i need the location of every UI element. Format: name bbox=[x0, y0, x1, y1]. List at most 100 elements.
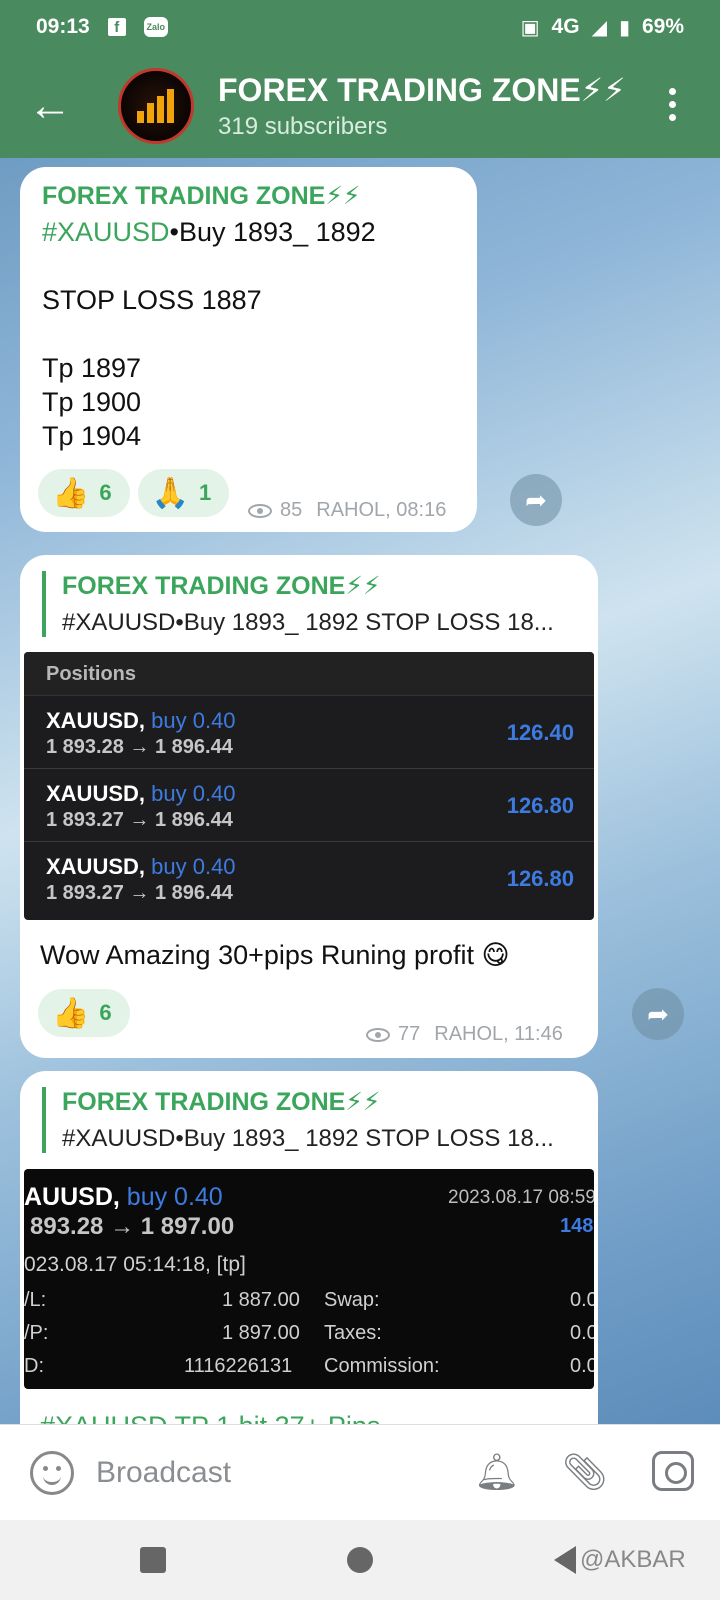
status-bar: 09:13 f Zalo ▣ 4G ◢ ▮ 69% bbox=[0, 0, 720, 54]
position-side: buy 0.40 bbox=[151, 854, 236, 879]
reply-text: #XAUUSD•Buy 1893_ 1892 STOP LOSS 18... bbox=[62, 609, 554, 636]
position-prices: 1 893.28 → 1 896.44 bbox=[46, 736, 233, 758]
thumbs-up-icon: 👍 bbox=[52, 476, 90, 510]
message-author: FOREX TRADING ZONE⚡⚡ bbox=[42, 182, 361, 210]
message-line: STOP LOSS 1887 bbox=[42, 285, 262, 315]
message-input-bar: Broadcast 🔔︎ 📎︎ bbox=[0, 1424, 720, 1520]
reaction-thumbs-up[interactable]: 👍 6 bbox=[38, 989, 130, 1037]
reaction-thumbs-up[interactable]: 👍 6 bbox=[38, 469, 130, 517]
position-side: buy 0.40 bbox=[151, 708, 236, 733]
reaction-pray[interactable]: 🙏 1 bbox=[137, 469, 230, 517]
id-label: D: bbox=[24, 1355, 44, 1377]
commission-value: 0.0 bbox=[570, 1355, 594, 1377]
message-line: Tp 1897 bbox=[42, 353, 142, 383]
reaction-count: 1 bbox=[198, 480, 212, 505]
swap-value: 0.0 bbox=[570, 1289, 594, 1311]
position-prices: 1 893.27 → 1 896.44 bbox=[46, 809, 233, 831]
message-caption: Wow Amazing 30+pips Runing profit 😋 bbox=[40, 940, 510, 970]
position-row: XAUUSD, buy 0.40 1 893.27 → 1 896.44 126… bbox=[24, 842, 594, 915]
trade-close-time: 2023.08.17 08:59:3 bbox=[448, 1187, 594, 1208]
message-bubble[interactable]: FOREX TRADING ZONE⚡⚡ #XAUUSD•Buy 1893_ 1… bbox=[20, 167, 477, 532]
chat-header: ← FOREX TRADING ZONE⚡⚡ 319 subscribers bbox=[0, 54, 720, 158]
zalo-icon: Zalo bbox=[143, 17, 168, 37]
message-body: #XAUUSD•Buy 1893_ 1892 STOP LOSS 1887 Tp… bbox=[42, 215, 376, 453]
reply-author: FOREX TRADING ZONE⚡⚡ bbox=[62, 1088, 381, 1116]
sl-value: 1 887.00 bbox=[222, 1289, 300, 1311]
more-vert-icon[interactable] bbox=[669, 88, 676, 121]
message-bubble[interactable]: FOREX TRADING ZONE⚡⚡ #XAUUSD•Buy 1893_ 1… bbox=[20, 555, 598, 1058]
position-profit: 126.40 bbox=[506, 720, 574, 745]
forward-icon[interactable]: ➦ bbox=[632, 988, 684, 1040]
taxes-label: Taxes: bbox=[324, 1322, 382, 1344]
eye-icon bbox=[248, 503, 272, 518]
reply-preview[interactable]: FOREX TRADING ZONE⚡⚡ #XAUUSD•Buy 1893_ 1… bbox=[42, 1087, 582, 1153]
status-time: 09:13 bbox=[36, 15, 90, 38]
camera-icon[interactable] bbox=[652, 1451, 694, 1491]
subscriber-count: 319 subscribers bbox=[218, 113, 388, 140]
battery-label: 69% bbox=[641, 15, 684, 38]
pray-icon: 🙏 bbox=[151, 476, 189, 510]
trade-prices: 893.28 → 1 897.00 bbox=[30, 1213, 235, 1240]
trade-open-time: 023.08.17 05:14:18, [tp] bbox=[24, 1253, 246, 1276]
channel-title: FOREX TRADING ZONE⚡⚡ bbox=[218, 72, 626, 108]
facebook-icon: f bbox=[107, 18, 126, 36]
position-symbol: XAUUSD, bbox=[46, 781, 146, 806]
position-row: XAUUSD, buy 0.40 1 893.27 → 1 896.44 126… bbox=[24, 769, 594, 842]
message-line: Tp 1904 bbox=[42, 421, 142, 451]
signal-icon: ◢ bbox=[591, 16, 607, 39]
watermark: @AKBAR bbox=[580, 1546, 686, 1573]
bell-icon[interactable]: 🔔︎ bbox=[474, 1451, 520, 1493]
trade-profit: 148. bbox=[560, 1215, 594, 1237]
positions-screenshot[interactable]: Positions XAUUSD, buy 0.40 1 893.28 → 1 … bbox=[24, 652, 594, 920]
message-signature: RAHOL, 08:16 bbox=[316, 499, 447, 521]
reply-text: #XAUUSD•Buy 1893_ 1892 STOP LOSS 18... bbox=[62, 1125, 554, 1152]
eye-icon bbox=[366, 1027, 390, 1042]
reaction-count: 6 bbox=[99, 1000, 112, 1025]
message-signature: RAHOL, 11:46 bbox=[434, 1023, 563, 1045]
message-line: •Buy 1893_ 1892 bbox=[169, 217, 376, 247]
message-meta: 77 RAHOL, 11:46 bbox=[366, 1023, 563, 1046]
position-side: buy 0.40 bbox=[151, 781, 236, 806]
reply-author: FOREX TRADING ZONE⚡⚡ bbox=[62, 572, 381, 600]
message-line: Tp 1900 bbox=[42, 387, 142, 417]
home-button[interactable] bbox=[347, 1547, 373, 1573]
position-row: XAUUSD, buy 0.40 1 893.28 → 1 896.44 126… bbox=[24, 696, 594, 769]
trade-side: buy 0.40 bbox=[126, 1183, 223, 1211]
positions-header: Positions bbox=[24, 652, 594, 696]
smile-icon[interactable] bbox=[30, 1450, 74, 1495]
tp-value: 1 897.00 bbox=[222, 1322, 300, 1344]
reply-preview[interactable]: FOREX TRADING ZONE⚡⚡ #XAUUSD•Buy 1893_ 1… bbox=[42, 571, 582, 637]
taxes-value: 0.0 bbox=[570, 1322, 594, 1344]
system-nav-bar: @AKBAR bbox=[0, 1520, 720, 1600]
trade-history-screenshot[interactable]: AUUSD, buy 0.40 893.28 → 1 897.00 2023.0… bbox=[24, 1169, 594, 1389]
network-label: 4G bbox=[551, 15, 580, 38]
position-prices: 1 893.27 → 1 896.44 bbox=[46, 882, 233, 904]
broadcast-input[interactable]: Broadcast bbox=[96, 1456, 231, 1490]
message-meta: 85 RAHOL, 08:16 bbox=[248, 499, 446, 522]
view-count: 77 bbox=[398, 1023, 421, 1045]
paperclip-icon[interactable]: 📎︎ bbox=[562, 1451, 608, 1493]
tp-label: /P: bbox=[24, 1322, 49, 1344]
back-button[interactable] bbox=[554, 1546, 576, 1574]
channel-avatar[interactable] bbox=[118, 68, 194, 144]
position-profit: 126.80 bbox=[506, 866, 574, 891]
sl-label: /L: bbox=[24, 1289, 47, 1311]
recents-button[interactable] bbox=[140, 1547, 166, 1573]
trade-symbol: AUUSD, bbox=[24, 1183, 120, 1211]
arrow-left-icon[interactable]: ← bbox=[0, 54, 100, 158]
work-profile-icon: ▣ bbox=[520, 16, 540, 39]
message-bubble[interactable]: FOREX TRADING ZONE⚡⚡ #XAUUSD•Buy 1893_ 1… bbox=[20, 1071, 598, 1471]
channel-title-block[interactable]: FOREX TRADING ZONE⚡⚡ 319 subscribers bbox=[218, 71, 626, 141]
reaction-count: 6 bbox=[99, 480, 112, 505]
view-count: 85 bbox=[280, 499, 303, 521]
position-symbol: XAUUSD, bbox=[46, 854, 146, 879]
position-symbol: XAUUSD, bbox=[46, 708, 146, 733]
id-value: 1116226131 bbox=[184, 1355, 293, 1377]
swap-label: Swap: bbox=[324, 1289, 380, 1311]
chart-logo-icon bbox=[137, 89, 175, 123]
position-profit: 126.80 bbox=[506, 793, 574, 818]
forward-icon[interactable]: ➦ bbox=[510, 474, 562, 526]
commission-label: Commission: bbox=[324, 1355, 440, 1377]
battery-icon: ▮ bbox=[618, 16, 630, 39]
hashtag-link[interactable]: #XAUUSD bbox=[42, 217, 170, 247]
